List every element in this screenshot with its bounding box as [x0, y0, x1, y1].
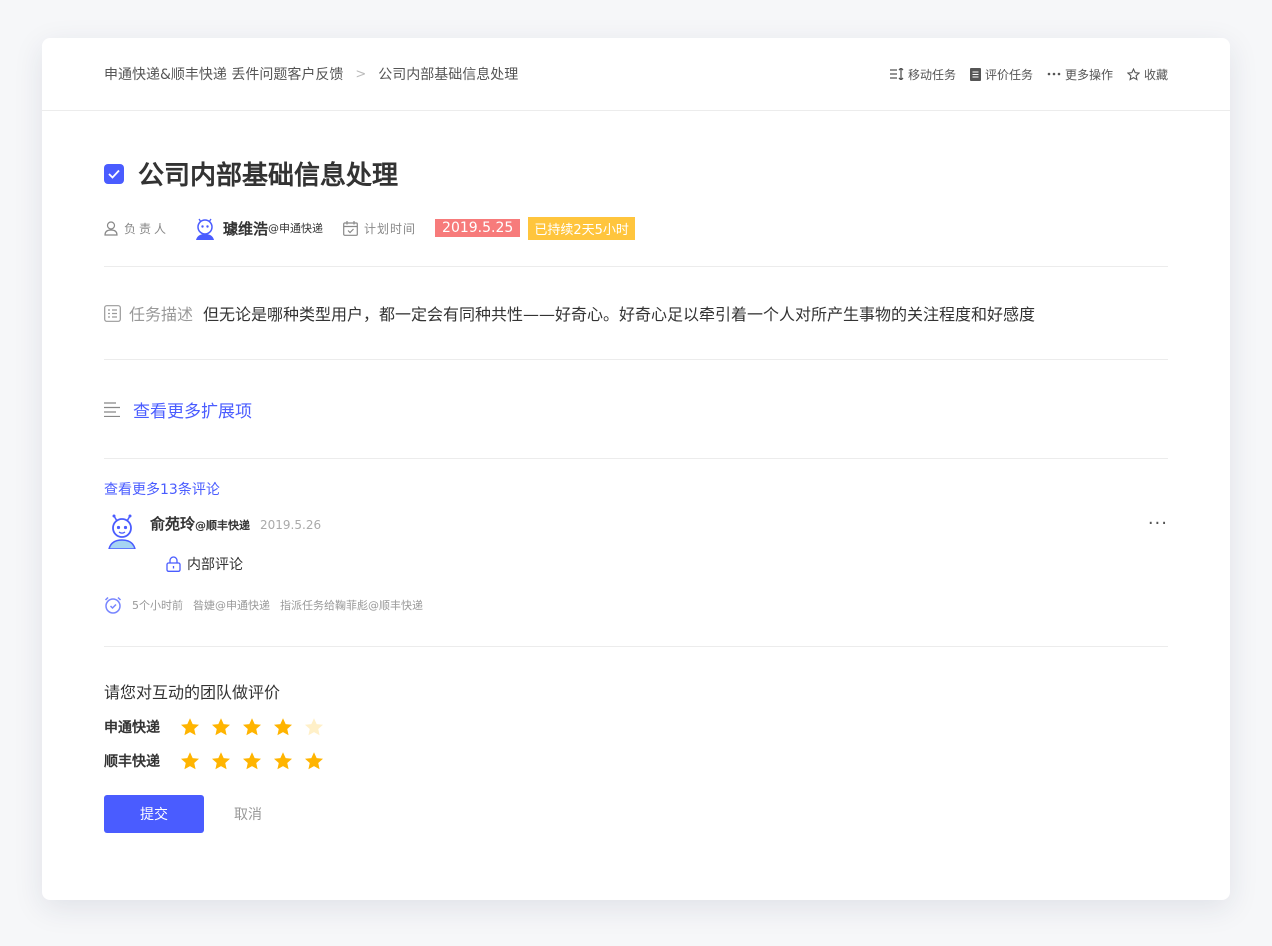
owner-org: @申通快递: [268, 222, 324, 235]
view-more-extensions-link[interactable]: 查看更多扩展项: [104, 360, 1168, 458]
form-buttons: 提交 取消: [104, 795, 1168, 833]
task-complete-checkbox[interactable]: [104, 163, 124, 184]
star-icon[interactable]: [273, 751, 293, 771]
plan-time: 计划时间: [343, 220, 416, 237]
star-icon[interactable]: [180, 717, 200, 737]
internal-comment-tag: 内部评论: [166, 554, 321, 574]
favorite-label: 收藏: [1143, 67, 1168, 82]
description-label: 任务描述: [129, 305, 194, 324]
star-rating: [180, 751, 335, 771]
star-icon[interactable]: [211, 751, 231, 771]
lock-icon: [166, 556, 181, 572]
action-bar: 移动任务 评价任务 更多操作 收藏: [876, 66, 1168, 83]
avatar: [108, 514, 136, 549]
activity-actor[interactable]: 昝婕@申通快递: [193, 597, 270, 613]
divider: [104, 458, 1168, 459]
comment-menu-button[interactable]: ···: [1148, 513, 1168, 534]
move-task-button[interactable]: 移动任务: [889, 66, 956, 83]
owner[interactable]: 璩维浩 @申通快递: [193, 216, 323, 240]
star-rating: [180, 717, 335, 737]
rating-team-label: 顺丰快递: [104, 754, 160, 770]
task-title: 公司内部基础信息处理: [138, 161, 399, 191]
view-more-comments-link[interactable]: 查看更多13条评论: [104, 479, 220, 499]
task-description: 任务描述 但无论是哪种类型用户，都一定会有同种共性——好奇心。好奇心足以牵引着一…: [104, 267, 1168, 359]
divider: [104, 646, 1168, 647]
star-icon[interactable]: [242, 751, 262, 771]
description-text: 但无论是哪种类型用户，都一定会有同种共性——好奇心。好奇心足以牵引着一个人对所产…: [203, 305, 1036, 324]
list-icon: [104, 401, 120, 417]
more-actions-label: 更多操作: [1064, 67, 1113, 82]
activity-time: 5个小时前: [132, 599, 183, 612]
document-icon: [969, 67, 981, 81]
task-meta: 负责人 璩维浩 @申通快递 计划时间 2019.5.25 已持续2天5小时: [104, 216, 1168, 240]
plan-label: 计划时间: [364, 221, 417, 236]
rate-task-button[interactable]: 评价任务: [969, 66, 1033, 83]
move-icon: [889, 68, 904, 80]
rating-title: 请您对互动的团队做评价: [104, 683, 281, 702]
owner-label: 负责人: [124, 221, 170, 236]
person-icon: [104, 220, 118, 236]
internal-comment-label: 内部评论: [187, 557, 243, 573]
star-icon[interactable]: [180, 751, 200, 771]
avatar: [196, 218, 215, 240]
rating-team-label: 申通快递: [104, 720, 160, 736]
star-icon[interactable]: [242, 717, 262, 737]
alarm-clock-icon: [104, 596, 122, 614]
comment-header: 俞苑玲 @顺丰快递 2019.5.26: [150, 513, 321, 534]
calendar-icon: [343, 220, 358, 236]
breadcrumb-separator: >: [355, 66, 367, 82]
plan-date-badge[interactable]: 2019.5.25: [435, 219, 521, 237]
activity-log: 5个小时前 昝婕@申通快递 指派任务给鞠菲彪@顺丰快递: [104, 596, 1168, 614]
more-actions-button[interactable]: 更多操作: [1047, 66, 1113, 83]
breadcrumb: 申通快递&顺丰快递 丢件问题客户反馈 > 公司内部基础信息处理: [104, 64, 518, 84]
comment-author[interactable]: 俞苑玲: [150, 513, 195, 534]
comment-body: 俞苑玲 @顺丰快递 2019.5.26 内部评论: [150, 513, 321, 574]
main-content: 公司内部基础信息处理 负责人 璩维浩 @申通快递 计划时间 2019.5.25 …: [42, 155, 1230, 833]
star-icon[interactable]: [273, 717, 293, 737]
title-row: 公司内部基础信息处理: [104, 155, 1168, 192]
top-bar: 申通快递&顺丰快递 丢件问题客户反馈 > 公司内部基础信息处理 移动任务 评价任…: [42, 38, 1230, 111]
more-dots-icon: [1047, 72, 1061, 76]
activity-action: 指派任务给鞠菲彪@顺丰快递: [280, 599, 423, 612]
rate-task-label: 评价任务: [984, 67, 1033, 82]
star-icon[interactable]: [304, 717, 324, 737]
star-icon[interactable]: [304, 751, 324, 771]
move-task-label: 移动任务: [907, 67, 956, 82]
star-outline-icon: [1126, 67, 1140, 81]
rating-row: 申通快递: [104, 717, 1168, 737]
duration-badge: 已持续2天5小时: [528, 216, 635, 240]
check-icon: [108, 169, 120, 179]
comment-date: 2019.5.26: [260, 518, 322, 532]
view-more-extensions-label: 查看更多扩展项: [133, 401, 252, 422]
breadcrumb-project[interactable]: 申通快递&顺丰快递 丢件问题客户反馈: [104, 64, 343, 84]
star-icon[interactable]: [211, 717, 231, 737]
owner-name: 璩维浩: [223, 219, 269, 238]
comment-author-org: @顺丰快递: [195, 519, 251, 532]
submit-button[interactable]: 提交: [104, 795, 204, 833]
breadcrumb-current: 公司内部基础信息处理: [378, 67, 519, 83]
comment-item: 俞苑玲 @顺丰快递 2019.5.26 内部评论 ···: [104, 513, 1168, 574]
rating-row: 顺丰快递: [104, 751, 1168, 771]
favorite-button[interactable]: 收藏: [1126, 66, 1168, 83]
task-card: 申通快递&顺丰快递 丢件问题客户反馈 > 公司内部基础信息处理 移动任务 评价任…: [42, 38, 1230, 900]
description-icon: [104, 304, 121, 322]
cancel-button[interactable]: 取消: [228, 803, 268, 825]
